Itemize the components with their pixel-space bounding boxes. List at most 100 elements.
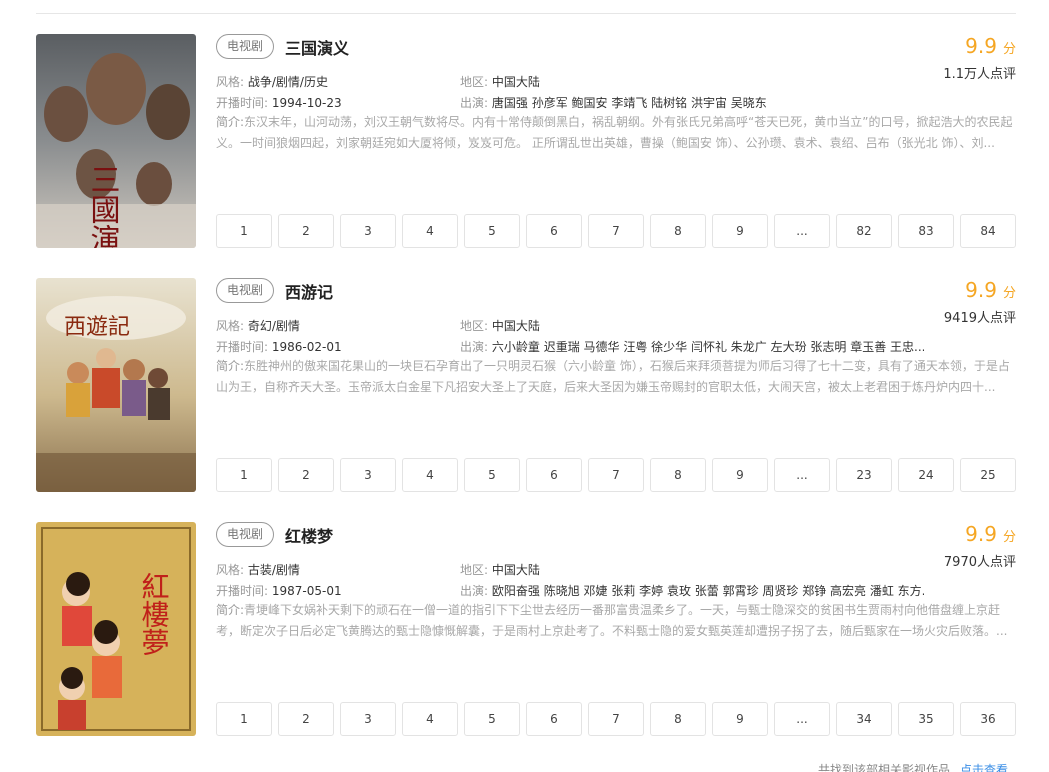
episode-list: 1 2 3 4 5 6 7 8 9 ... 23 24 25 [216,458,1016,492]
genre-value: 战争/剧情/历史 [247,75,328,89]
episode-ellipsis-button[interactable]: ... [774,458,830,492]
desc-label: 简介: [216,359,245,373]
episode-ellipsis-button[interactable]: ... [774,702,830,736]
episode-button[interactable]: 6 [526,214,582,248]
description: 简介:青埂峰下女娲补天剩下的顽石在一僧一道的指引下下尘世去经历一番那富贵温柔乡了… [216,600,1016,644]
episode-button[interactable]: 8 [650,458,706,492]
episode-button[interactable]: 6 [526,458,582,492]
date-row: 开播时间: 1986-02-01 [216,338,342,355]
episode-button[interactable]: 82 [836,214,892,248]
episode-button[interactable]: 9 [712,214,768,248]
episode-ellipsis-button[interactable]: ... [774,214,830,248]
episode-button[interactable]: 23 [836,458,892,492]
episode-button[interactable]: 4 [402,702,458,736]
region-label: 地区: [460,75,489,89]
date-row: 开播时间: 1987-05-01 [216,582,342,599]
date-value: 1994-10-23 [271,96,342,110]
poster-title-text: 紅樓夢 [138,572,171,656]
poster-image[interactable]: 三國演義 [36,34,196,248]
category-tag[interactable]: 电视剧 [216,278,274,303]
date-label: 开播时间: [216,584,269,598]
episode-button[interactable]: 9 [712,702,768,736]
region-value: 中国大陆 [491,75,540,89]
episode-button[interactable]: 7 [588,458,644,492]
view-more-link[interactable]: 点击查看 [960,761,1008,772]
episode-button[interactable]: 5 [464,702,520,736]
genre-label: 风格: [216,319,245,333]
episode-button[interactable]: 83 [898,214,954,248]
genre-row: 风格: 奇幻/剧情 [216,317,300,334]
region-value: 中国大陆 [491,319,540,333]
episode-button[interactable]: 35 [898,702,954,736]
desc-label: 简介: [216,603,245,617]
region-row: 地区: 中国大陆 [460,561,540,578]
title[interactable]: 红楼梦 [285,523,333,547]
episode-button[interactable]: 3 [340,702,396,736]
poster-title-text: 三國演義 [85,164,120,248]
cast-label: 出演: [460,584,489,598]
episode-button[interactable]: 4 [402,458,458,492]
date-label: 开播时间: [216,96,269,110]
region-label: 地区: [460,563,489,577]
episode-button[interactable]: 34 [836,702,892,736]
episode-button[interactable]: 2 [278,214,334,248]
genre-label: 风格: [216,75,245,89]
region-row: 地区: 中国大陆 [460,73,540,90]
region-value: 中国大陆 [491,563,540,577]
desc-value: 东胜神州的傲来国花果山的一块巨石孕育出了一只明灵石猴（六小龄童 饰），石猴后来拜… [216,359,1010,394]
episode-button[interactable]: 3 [340,214,396,248]
score-value: 9.9 [965,278,997,302]
desc-value: 青埂峰下女娲补天剩下的顽石在一僧一道的指引下下尘世去经历一番那富贵温柔乡了。一天… [216,603,1008,638]
cast-row: 出演: 欧阳奋强 陈晓旭 邓婕 张莉 李婷 袁玫 张蕾 郭霄珍 周贤珍 郑铮 高… [460,582,924,599]
score-unit: 分 [1002,286,1016,301]
footer-note: 共找到该部相关影视作品 [818,763,951,772]
date-value: 1986-02-01 [271,340,342,354]
poster-image[interactable]: 西遊記 [36,278,196,492]
result-item-xiyouji: 西遊記 电视剧 西游记 9.9 分 9419人点评 风格: 奇幻/剧情 地区: 中… [36,278,1016,492]
episode-button[interactable]: 1 [216,458,272,492]
episode-button[interactable]: 25 [960,458,1016,492]
date-label: 开播时间: [216,340,269,354]
episode-button[interactable]: 1 [216,702,272,736]
result-item-sanguo: 三國演義 电视剧 三国演义 9.9 分 1.1万人点评 风格: 战争/剧情/历史 … [36,34,1016,248]
episode-button[interactable]: 8 [650,214,706,248]
episode-button[interactable]: 36 [960,702,1016,736]
score: 9.9 分 [965,522,1016,546]
date-row: 开播时间: 1994-10-23 [216,94,342,111]
score: 9.9 分 [965,278,1016,302]
genre-value: 古装/剧情 [247,563,300,577]
cast-label: 出演: [460,340,489,354]
genre-row: 风格: 战争/剧情/历史 [216,73,328,90]
cast-label: 出演: [460,96,489,110]
cast-value: 六小龄童 迟重瑞 马德华 汪粤 徐少华 闫怀礼 朱龙广 左大玢 张志明 章玉善 … [491,340,924,354]
episode-button[interactable]: 7 [588,702,644,736]
episode-button[interactable]: 24 [898,458,954,492]
episode-button[interactable]: 5 [464,458,520,492]
episode-button[interactable]: 7 [588,214,644,248]
desc-value: 东汉末年，山河动荡，刘汉王朝气数将尽。内有十常侍颠倒黑白，祸乱朝纲。外有张氏兄弟… [216,115,1013,150]
genre-value: 奇幻/剧情 [247,319,300,333]
title[interactable]: 三国演义 [285,35,349,59]
description: 简介:东汉末年，山河动荡，刘汉王朝气数将尽。内有十常侍颠倒黑白，祸乱朝纲。外有张… [216,112,1016,156]
category-tag[interactable]: 电视剧 [216,34,274,59]
episode-list: 1 2 3 4 5 6 7 8 9 ... 34 35 36 [216,702,1016,736]
episode-button[interactable]: 5 [464,214,520,248]
episode-button[interactable]: 84 [960,214,1016,248]
score: 9.9 分 [965,34,1016,58]
episode-button[interactable]: 4 [402,214,458,248]
episode-button[interactable]: 1 [216,214,272,248]
episode-button[interactable]: 3 [340,458,396,492]
episode-button[interactable]: 9 [712,458,768,492]
region-label: 地区: [460,319,489,333]
poster-image[interactable]: 紅樓夢 [36,522,196,736]
score-value: 9.9 [965,522,997,546]
title[interactable]: 西游记 [285,279,333,303]
category-tag[interactable]: 电视剧 [216,522,274,547]
score-unit: 分 [1002,42,1016,57]
score-unit: 分 [1002,530,1016,545]
episode-button[interactable]: 6 [526,702,582,736]
episode-button[interactable]: 2 [278,702,334,736]
episode-button[interactable]: 2 [278,458,334,492]
genre-label: 风格: [216,563,245,577]
episode-button[interactable]: 8 [650,702,706,736]
